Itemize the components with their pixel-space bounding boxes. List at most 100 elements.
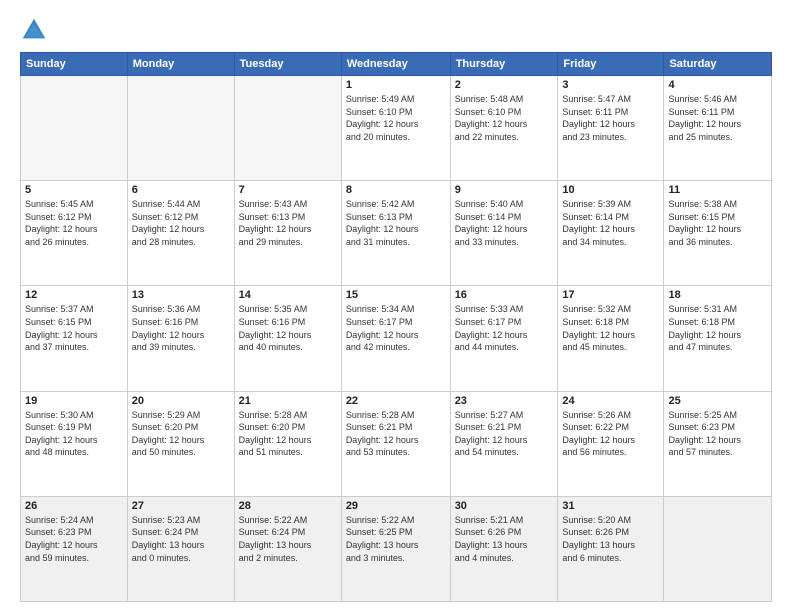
day-info: Sunrise: 5:22 AM Sunset: 6:24 PM Dayligh… [239,514,337,564]
calendar-cell: 15 Sunrise: 5:34 AM Sunset: 6:17 PM Dayli… [341,286,450,391]
day-info: Sunrise: 5:42 AM Sunset: 6:13 PM Dayligh… [346,198,446,248]
day-info: Sunrise: 5:31 AM Sunset: 6:18 PM Dayligh… [668,303,767,353]
day-info: Sunrise: 5:43 AM Sunset: 6:13 PM Dayligh… [239,198,337,248]
page: SundayMondayTuesdayWednesdayThursdayFrid… [0,0,792,612]
day-number: 27 [132,500,230,512]
day-info: Sunrise: 5:27 AM Sunset: 6:21 PM Dayligh… [455,409,554,459]
day-number: 11 [668,184,767,196]
day-number: 3 [562,79,659,91]
calendar-cell: 21Sunrise: 5:28 AM Sunset: 6:20 PM Dayli… [234,391,341,496]
calendar-week-3: 12 Sunrise: 5:37 AM Sunset: 6:15 PM Dayli… [21,286,772,391]
calendar-week-2: 5 Sunrise: 5:45 AM Sunset: 6:12 PM Daylig… [21,181,772,286]
day-number: 29 [346,500,446,512]
day-info: Sunrise: 5:39 AM Sunset: 6:14 PM Dayligh… [562,198,659,248]
calendar-cell: 9 Sunrise: 5:40 AM Sunset: 6:14 PM Daylig… [450,181,558,286]
calendar-table: SundayMondayTuesdayWednesdayThursdayFrid… [20,52,772,602]
logo [20,16,52,44]
day-number: 25 [668,395,767,407]
calendar-cell: 7 Sunrise: 5:43 AM Sunset: 6:13 PM Daylig… [234,181,341,286]
calendar-cell: 3 Sunrise: 5:47 AM Sunset: 6:11 PM Daylig… [558,76,664,181]
calendar-cell [127,76,234,181]
weekday-header-tuesday: Tuesday [234,53,341,76]
day-info: Sunrise: 5:22 AM Sunset: 6:25 PM Dayligh… [346,514,446,564]
day-info: Sunrise: 5:49 AM Sunset: 6:10 PM Dayligh… [346,93,446,143]
calendar-cell: 18 Sunrise: 5:31 AM Sunset: 6:18 PM Dayli… [664,286,772,391]
calendar-cell: 4 Sunrise: 5:46 AM Sunset: 6:11 PM Daylig… [664,76,772,181]
day-number: 22 [346,395,446,407]
weekday-header-wednesday: Wednesday [341,53,450,76]
calendar-cell: 17Sunrise: 5:32 AM Sunset: 6:18 PM Dayli… [558,286,664,391]
calendar-cell: 26 Sunrise: 5:24 AM Sunset: 6:23 PM Dayli… [21,496,128,601]
header [20,16,772,44]
day-number: 23 [455,395,554,407]
weekday-header-thursday: Thursday [450,53,558,76]
day-info: Sunrise: 5:36 AM Sunset: 6:16 PM Dayligh… [132,303,230,353]
calendar-cell: 28Sunrise: 5:22 AM Sunset: 6:24 PM Dayli… [234,496,341,601]
day-number: 18 [668,289,767,301]
day-info: Sunrise: 5:28 AM Sunset: 6:21 PM Dayligh… [346,409,446,459]
day-number: 21 [239,395,337,407]
day-info: Sunrise: 5:45 AM Sunset: 6:12 PM Dayligh… [25,198,123,248]
day-info: Sunrise: 5:29 AM Sunset: 6:20 PM Dayligh… [132,409,230,459]
calendar-cell: 13 Sunrise: 5:36 AM Sunset: 6:16 PM Dayli… [127,286,234,391]
day-number: 9 [455,184,554,196]
calendar-body: 1Sunrise: 5:49 AM Sunset: 6:10 PM Daylig… [21,76,772,602]
weekday-header-sunday: Sunday [21,53,128,76]
day-info: Sunrise: 5:38 AM Sunset: 6:15 PM Dayligh… [668,198,767,248]
day-number: 31 [562,500,659,512]
day-number: 15 [346,289,446,301]
calendar-week-5: 26 Sunrise: 5:24 AM Sunset: 6:23 PM Dayli… [21,496,772,601]
day-number: 7 [239,184,337,196]
day-number: 16 [455,289,554,301]
day-info: Sunrise: 5:21 AM Sunset: 6:26 PM Dayligh… [455,514,554,564]
weekday-header-monday: Monday [127,53,234,76]
day-number: 12 [25,289,123,301]
day-info: Sunrise: 5:46 AM Sunset: 6:11 PM Dayligh… [668,93,767,143]
calendar-cell: 10 Sunrise: 5:39 AM Sunset: 6:14 PM Dayli… [558,181,664,286]
day-info: Sunrise: 5:48 AM Sunset: 6:10 PM Dayligh… [455,93,554,143]
day-info: Sunrise: 5:24 AM Sunset: 6:23 PM Dayligh… [25,514,123,564]
day-info: Sunrise: 5:47 AM Sunset: 6:11 PM Dayligh… [562,93,659,143]
calendar-cell: 20 Sunrise: 5:29 AM Sunset: 6:20 PM Dayli… [127,391,234,496]
logo-icon [20,16,48,44]
weekday-row: SundayMondayTuesdayWednesdayThursdayFrid… [21,53,772,76]
calendar-week-1: 1Sunrise: 5:49 AM Sunset: 6:10 PM Daylig… [21,76,772,181]
day-number: 14 [239,289,337,301]
day-number: 13 [132,289,230,301]
day-number: 6 [132,184,230,196]
day-info: Sunrise: 5:35 AM Sunset: 6:16 PM Dayligh… [239,303,337,353]
day-number: 4 [668,79,767,91]
calendar-cell: 6Sunrise: 5:44 AM Sunset: 6:12 PM Daylig… [127,181,234,286]
calendar-cell: 8 Sunrise: 5:42 AM Sunset: 6:13 PM Daylig… [341,181,450,286]
calendar-cell: 16 Sunrise: 5:33 AM Sunset: 6:17 PM Dayli… [450,286,558,391]
calendar-cell: 23 Sunrise: 5:27 AM Sunset: 6:21 PM Dayli… [450,391,558,496]
day-number: 24 [562,395,659,407]
calendar-cell: 19Sunrise: 5:30 AM Sunset: 6:19 PM Dayli… [21,391,128,496]
day-number: 8 [346,184,446,196]
calendar-cell: 12 Sunrise: 5:37 AM Sunset: 6:15 PM Dayli… [21,286,128,391]
calendar-cell: 27 Sunrise: 5:23 AM Sunset: 6:24 PM Dayli… [127,496,234,601]
day-number: 17 [562,289,659,301]
day-info: Sunrise: 5:37 AM Sunset: 6:15 PM Dayligh… [25,303,123,353]
day-info: Sunrise: 5:33 AM Sunset: 6:17 PM Dayligh… [455,303,554,353]
day-number: 10 [562,184,659,196]
weekday-header-friday: Friday [558,53,664,76]
day-info: Sunrise: 5:40 AM Sunset: 6:14 PM Dayligh… [455,198,554,248]
calendar-cell: 22 Sunrise: 5:28 AM Sunset: 6:21 PM Dayli… [341,391,450,496]
calendar-cell: 14 Sunrise: 5:35 AM Sunset: 6:16 PM Dayli… [234,286,341,391]
day-info: Sunrise: 5:34 AM Sunset: 6:17 PM Dayligh… [346,303,446,353]
calendar-cell: 5 Sunrise: 5:45 AM Sunset: 6:12 PM Daylig… [21,181,128,286]
day-number: 26 [25,500,123,512]
day-number: 2 [455,79,554,91]
weekday-header-saturday: Saturday [664,53,772,76]
calendar-cell: 2 Sunrise: 5:48 AM Sunset: 6:10 PM Daylig… [450,76,558,181]
day-info: Sunrise: 5:30 AM Sunset: 6:19 PM Dayligh… [25,409,123,459]
day-number: 5 [25,184,123,196]
calendar-cell: 25Sunrise: 5:25 AM Sunset: 6:23 PM Dayli… [664,391,772,496]
calendar-header: SundayMondayTuesdayWednesdayThursdayFrid… [21,53,772,76]
calendar-cell [21,76,128,181]
day-number: 20 [132,395,230,407]
day-info: Sunrise: 5:23 AM Sunset: 6:24 PM Dayligh… [132,514,230,564]
calendar-week-4: 19Sunrise: 5:30 AM Sunset: 6:19 PM Dayli… [21,391,772,496]
calendar-cell: 31Sunrise: 5:20 AM Sunset: 6:26 PM Dayli… [558,496,664,601]
